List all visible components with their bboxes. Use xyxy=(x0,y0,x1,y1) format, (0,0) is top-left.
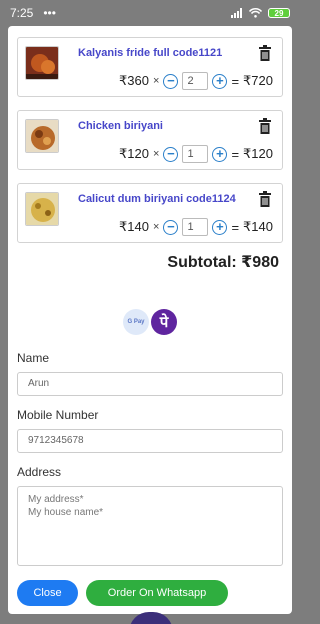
delete-icon[interactable] xyxy=(258,45,272,61)
notification-dots: ••• xyxy=(43,6,56,20)
decrement-button[interactable]: − xyxy=(163,219,179,235)
times-sign: × xyxy=(153,221,160,233)
battery-icon: 29 xyxy=(268,8,290,18)
address-field[interactable]: My address* My house name* xyxy=(17,486,283,566)
cart-item: Chicken biriyani ₹120 × − 1 + = ₹120 xyxy=(17,110,283,170)
increment-button[interactable]: + xyxy=(212,219,228,235)
google-pay-icon[interactable]: G Pay xyxy=(123,309,149,335)
cart-item: Kalyanis fride full code1121 ₹360 × − 2 … xyxy=(17,37,283,97)
cart-item: Calicut dum biriyani code1124 ₹140 × − 1… xyxy=(17,183,283,243)
increment-button[interactable]: + xyxy=(212,146,228,162)
wifi-icon xyxy=(249,8,262,18)
mobile-label: Mobile Number xyxy=(17,408,99,422)
price-row: ₹140 × − 1 + = ₹140 xyxy=(119,217,273,237)
equals-sign: = xyxy=(231,219,240,235)
food-thumbnail xyxy=(25,192,59,226)
item-name: Kalyanis fride full code1121 xyxy=(78,47,223,59)
delete-icon[interactable] xyxy=(258,118,272,134)
payment-options: G Pay पे xyxy=(123,309,177,335)
times-sign: × xyxy=(153,148,160,160)
line-total: ₹140 xyxy=(243,219,273,234)
status-bar: 7:25 ••• 29 xyxy=(0,0,300,26)
unit-price: ₹140 xyxy=(119,219,149,234)
line-total: ₹120 xyxy=(243,146,273,161)
mobile-field[interactable]: 9712345678 xyxy=(17,429,283,453)
order-whatsapp-button[interactable]: Order On Whatsapp xyxy=(86,580,228,606)
decrement-button[interactable]: − xyxy=(163,73,179,89)
delete-icon[interactable] xyxy=(258,191,272,207)
unit-price: ₹360 xyxy=(119,73,149,88)
address-label: Address xyxy=(17,465,62,479)
subtotal: Subtotal: ₹980 xyxy=(167,254,279,271)
times-sign: × xyxy=(153,75,160,87)
unit-price: ₹120 xyxy=(119,146,149,161)
price-row: ₹120 × − 1 + = ₹120 xyxy=(119,144,273,164)
close-button[interactable]: Close xyxy=(17,580,78,606)
quantity-input[interactable]: 2 xyxy=(182,72,209,90)
name-field[interactable]: Arun xyxy=(17,372,283,396)
equals-sign: = xyxy=(231,73,240,89)
quantity-input[interactable]: 1 xyxy=(182,145,209,163)
equals-sign: = xyxy=(231,146,240,162)
item-name: Chicken biriyani xyxy=(78,120,163,132)
price-row: ₹360 × − 2 + = ₹720 xyxy=(119,71,273,91)
cart-modal: Kalyanis fride full code1121 ₹360 × − 2 … xyxy=(8,26,292,614)
signal-icon xyxy=(231,8,242,18)
line-total: ₹720 xyxy=(243,73,273,88)
food-thumbnail xyxy=(25,46,59,80)
name-label: Name xyxy=(17,351,50,365)
food-thumbnail xyxy=(25,119,59,153)
phonepe-icon[interactable]: पे xyxy=(151,309,177,335)
decrement-button[interactable]: − xyxy=(163,146,179,162)
item-name: Calicut dum biriyani code1124 xyxy=(78,193,236,205)
increment-button[interactable]: + xyxy=(212,73,228,89)
quantity-input[interactable]: 1 xyxy=(182,218,209,236)
status-time: 7:25 xyxy=(10,6,34,20)
